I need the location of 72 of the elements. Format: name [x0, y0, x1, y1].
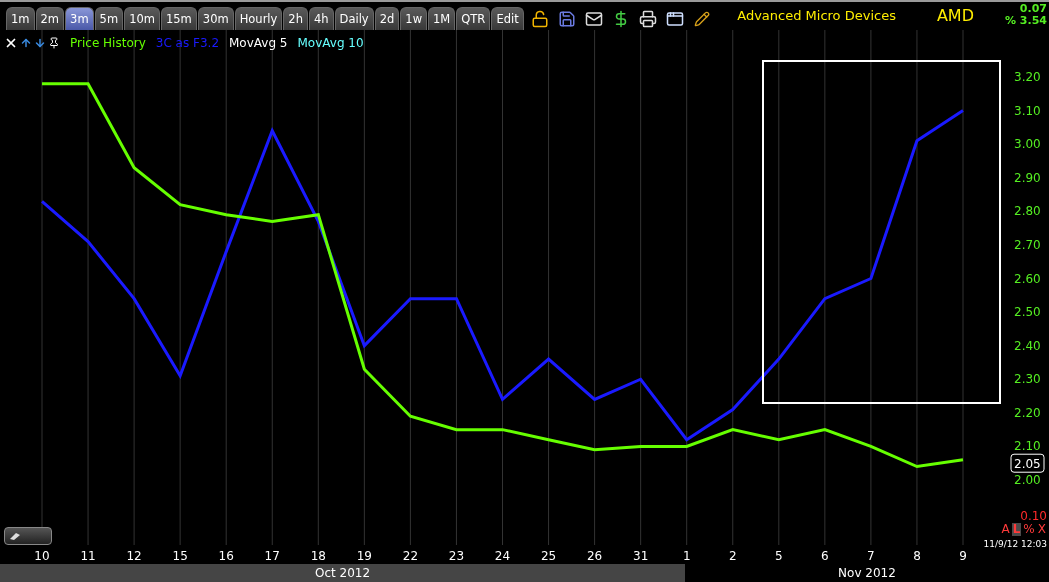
timeframe-tab[interactable]: 2d — [374, 7, 400, 30]
month-label: Oct 2012 — [314, 566, 371, 580]
timeframe-tab[interactable]: Daily — [334, 7, 374, 30]
timeframe-tab[interactable]: Edit — [491, 7, 524, 30]
scale-toggle[interactable]: % — [1022, 523, 1036, 536]
axis-tick-label: 2.50 — [1014, 305, 1041, 320]
timeframe-tab[interactable]: 2m — [35, 7, 65, 30]
last-price-label: 2.05 — [1010, 453, 1045, 473]
company-name: Advanced Micro Devices — [737, 7, 896, 23]
axis-tick-label: 2.70 — [1014, 237, 1041, 252]
percent-change: % 3.54 — [1005, 15, 1047, 27]
close-icon[interactable] — [4, 36, 18, 50]
timeframe-tab[interactable]: 1m — [6, 7, 35, 30]
scale-toggle[interactable]: X — [1036, 523, 1047, 536]
axis-tick-label: 2.90 — [1014, 170, 1041, 185]
date-label: 2 — [728, 549, 737, 563]
month-label: Nov 2012 — [838, 566, 896, 580]
scale-toggle[interactable]: A — [1000, 523, 1011, 536]
date-label: 9 — [959, 549, 967, 563]
timeframe-tab[interactable]: 15m — [160, 7, 197, 30]
timestamp: 11/9/12 12:03 — [983, 539, 1047, 549]
axis-tick-label: 2.40 — [1014, 338, 1041, 353]
timeframe-tab[interactable]: 3m — [65, 7, 94, 30]
timeframe-tab[interactable]: 1w — [400, 7, 428, 30]
date-label: 24 — [494, 549, 511, 563]
timeframe-tab[interactable]: 1M — [428, 7, 456, 30]
axis-tick-label: 2.30 — [1014, 372, 1041, 387]
pin-icon[interactable] — [48, 37, 60, 49]
date-label: 8 — [913, 549, 921, 563]
date-label: 25 — [540, 549, 557, 563]
date-label: 12 — [126, 549, 142, 563]
scale-value: 0.10 — [1020, 509, 1047, 523]
timeframe-tab[interactable]: 2h — [283, 7, 308, 30]
date-label: 15 — [172, 549, 188, 563]
axis-tick-label: 3.00 — [1014, 137, 1041, 152]
date-label: 7 — [867, 549, 875, 563]
date-label: 23 — [448, 549, 465, 563]
date-label: 10 — [34, 549, 50, 563]
axis-tick-label: 3.10 — [1014, 103, 1041, 118]
date-label: 22 — [402, 549, 419, 563]
legend-item: Price History — [70, 36, 146, 50]
timeframe-tab[interactable]: Hourly — [234, 7, 283, 30]
date-label: 6 — [821, 549, 829, 563]
axis-tick-label: 2.20 — [1014, 405, 1041, 420]
date-label: 1 — [682, 549, 691, 563]
date-label: 18 — [310, 549, 326, 563]
date-label: 19 — [356, 549, 372, 563]
timeframe-tab[interactable]: QTR — [456, 7, 491, 30]
date-label: 11 — [80, 549, 96, 563]
timeframe-tab[interactable]: 5m — [94, 7, 124, 30]
scroll-thumb[interactable] — [4, 527, 52, 545]
date-label: 17 — [264, 549, 280, 563]
date-label: 5 — [775, 549, 783, 563]
arrow-up-icon[interactable] — [20, 37, 32, 49]
legend-item: MovAvg 10 — [297, 36, 364, 50]
timeframe-tab[interactable]: 30m — [197, 7, 234, 30]
date-label: 16 — [218, 549, 234, 563]
axis-tick-label: 2.10 — [1014, 439, 1041, 454]
date-label: 31 — [633, 549, 649, 563]
axis-tick-label: 2.00 — [1014, 473, 1041, 487]
timeframe-tab[interactable]: 4h — [308, 7, 334, 30]
timeframe-tab[interactable]: 10m — [124, 7, 160, 30]
axis-tick-label: 3.20 — [1014, 70, 1041, 84]
axis-tick-label: 2.60 — [1014, 271, 1041, 286]
ticker-symbol: AMD — [936, 5, 974, 25]
grip-icon — [9, 531, 21, 541]
date-label: 26 — [586, 549, 603, 563]
price-change: 0.07 — [1019, 3, 1047, 15]
legend-item: 3C as F3.2 — [155, 36, 219, 50]
arrow-down-icon[interactable] — [34, 37, 46, 49]
axis-tick-label: 2.80 — [1014, 204, 1041, 219]
legend-item: MovAvg 5 — [229, 36, 288, 50]
